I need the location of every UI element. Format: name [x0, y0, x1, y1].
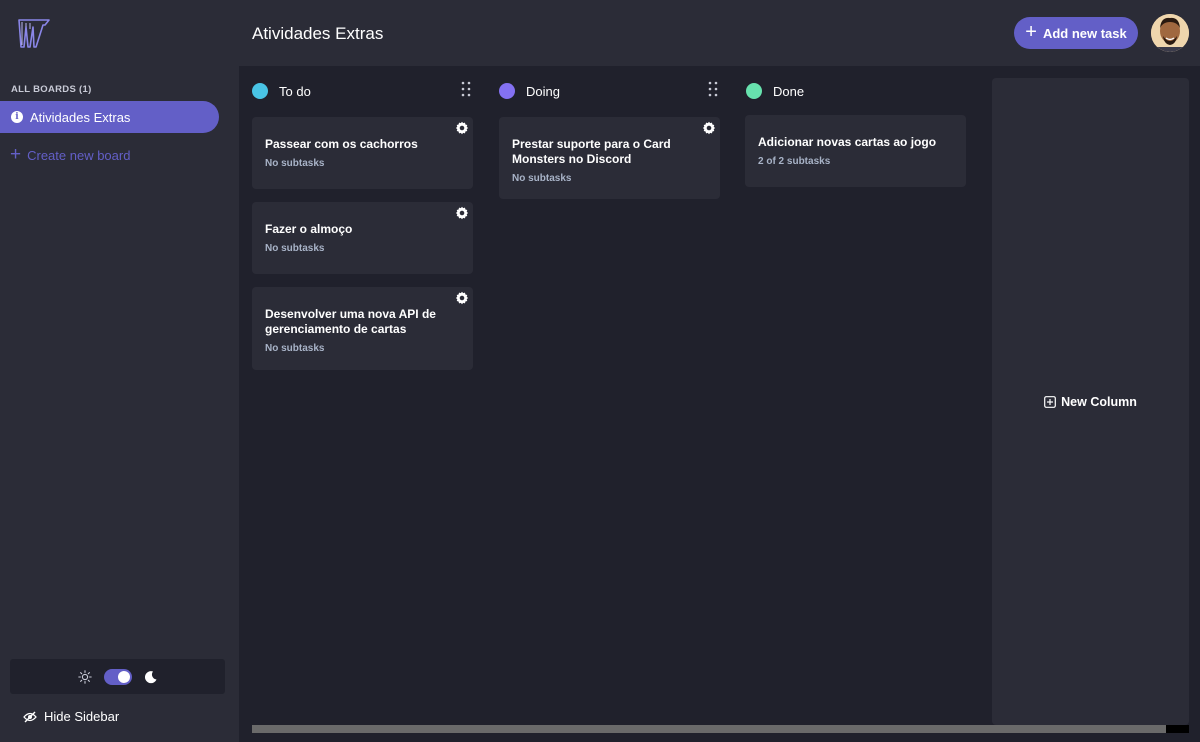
hide-sidebar-button[interactable]: Hide Sidebar: [23, 709, 119, 724]
grip-icon[interactable]: [461, 81, 471, 97]
plus-square-icon: [1044, 395, 1057, 408]
avatar-image: [1151, 14, 1189, 52]
all-boards-heading: ALL BOARDS (1): [11, 84, 92, 95]
add-new-task-label: Add new task: [1042, 25, 1127, 41]
horizontal-scrollbar-thumb[interactable]: [252, 725, 1166, 733]
sidebar: ALL BOARDS (1) i Atividades Extras + Cre…: [0, 66, 239, 742]
gear-icon[interactable]: [455, 206, 469, 220]
task-title: Desenvolver uma nova API de gerenciament…: [265, 307, 436, 336]
column-title: To do: [279, 83, 311, 99]
gear-icon[interactable]: [455, 291, 469, 305]
task-title: Prestar suporte para o Card Monsters no …: [512, 137, 671, 166]
create-new-board-label: Create new board: [27, 148, 131, 163]
task-title: Fazer o almoço: [265, 222, 353, 236]
task-card[interactable]: Fazer o almoço No subtasks: [252, 202, 473, 274]
hide-sidebar-label: Hide Sidebar: [44, 709, 120, 724]
grip-icon[interactable]: [708, 81, 718, 97]
board-title: Atividades Extras: [252, 24, 384, 43]
task-subtasks: No subtasks: [512, 173, 572, 184]
top-header: Atividades Extras + Add new task: [0, 0, 1200, 66]
status-dot: [252, 83, 268, 99]
task-card[interactable]: Prestar suporte para o Card Monsters no …: [499, 117, 720, 199]
moon-icon: [144, 670, 156, 683]
eye-slash-icon: [23, 711, 37, 722]
theme-switch-knob: [117, 670, 130, 683]
task-card[interactable]: Desenvolver uma nova API de gerenciament…: [252, 287, 473, 370]
task-card[interactable]: Passear com os cachorros No subtasks: [252, 117, 473, 189]
new-column-button[interactable]: New Column: [992, 78, 1189, 725]
task-subtasks: 2 of 2 subtasks: [758, 156, 831, 167]
gear-icon[interactable]: [702, 121, 716, 135]
status-dot: [499, 83, 515, 99]
task-card[interactable]: Adicionar novas cartas ao jogo 2 of 2 su…: [745, 115, 966, 187]
column-header-doing: Doing: [499, 82, 560, 100]
theme-switch[interactable]: [103, 668, 132, 685]
column-header-todo: To do: [252, 82, 311, 100]
theme-toggle: [10, 659, 225, 694]
column-header-done: Done: [746, 82, 804, 100]
add-new-task-button[interactable]: + Add new task: [1014, 17, 1138, 49]
task-subtasks: No subtasks: [265, 243, 325, 254]
task-subtasks: No subtasks: [265, 158, 325, 169]
new-column-label: New Column: [1061, 394, 1137, 409]
info-icon: i: [11, 111, 23, 123]
sidebar-item-atividades-extras[interactable]: i Atividades Extras: [0, 101, 219, 133]
column-title: Doing: [526, 83, 560, 99]
logo-icon[interactable]: [16, 17, 52, 51]
sidebar-item-label: Atividades Extras: [30, 109, 131, 125]
status-dot: [746, 83, 762, 99]
task-title: Passear com os cachorros: [265, 137, 418, 151]
column-title: Done: [773, 83, 805, 99]
plus-icon: +: [1025, 21, 1037, 43]
avatar[interactable]: [1151, 14, 1189, 52]
plus-icon: +: [10, 144, 22, 165]
task-subtasks: No subtasks: [265, 343, 325, 354]
task-title: Adicionar novas cartas ao jogo: [758, 135, 937, 149]
sun-icon: [77, 669, 92, 684]
gear-icon[interactable]: [455, 121, 469, 135]
create-new-board-button[interactable]: + Create new board: [10, 144, 131, 165]
